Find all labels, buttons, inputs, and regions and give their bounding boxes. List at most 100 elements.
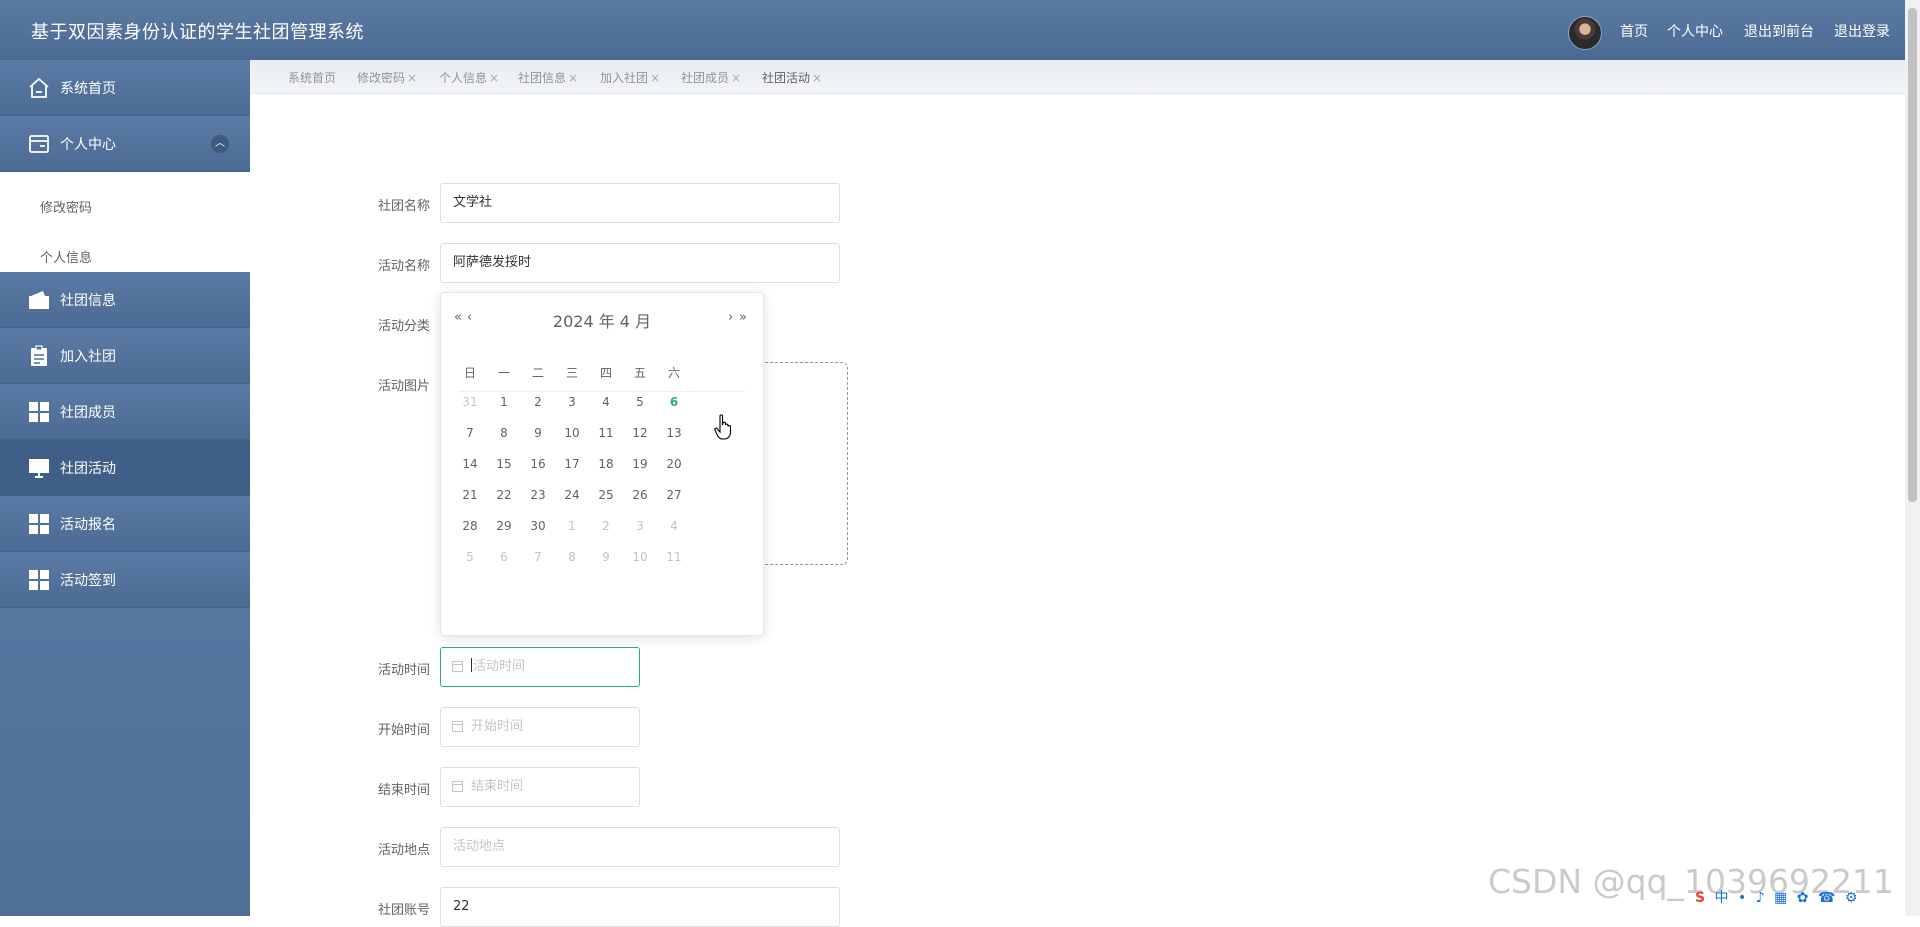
end-time-input[interactable]: 结束时间 (440, 767, 640, 807)
ime-punct-icon[interactable]: • (1738, 890, 1746, 906)
close-icon[interactable]: × (650, 71, 660, 85)
tab-club-info[interactable]: 社团信息 × (518, 69, 578, 86)
calendar-day[interactable]: 28 (455, 519, 485, 533)
keyboard-icon[interactable]: ▦ (1774, 890, 1787, 906)
sidebar-item-club-members[interactable]: 社团成员 (0, 384, 250, 440)
submenu-item-change-password[interactable]: 修改密码 (40, 197, 92, 216)
calendar-day[interactable]: 15 (489, 457, 519, 471)
nav-personal-center[interactable]: 个人中心 (1667, 21, 1723, 41)
calendar-day[interactable]: 21 (455, 488, 485, 502)
sidebar-item-club-info[interactable]: 社团信息 (0, 272, 250, 328)
scrollbar-thumb[interactable] (1908, 8, 1917, 502)
calendar-day[interactable]: 3 (557, 395, 587, 409)
sidebar-item-home[interactable]: 系统首页 (0, 60, 250, 116)
calendar-day[interactable]: 10 (557, 426, 587, 440)
calendar-day[interactable]: 12 (625, 426, 655, 440)
calendar-day[interactable]: 22 (489, 488, 519, 502)
calendar-day[interactable]: 6 (659, 395, 689, 409)
date-picker-divider (459, 391, 745, 392)
calendar-day[interactable]: 9 (591, 550, 621, 564)
calendar-day[interactable]: 5 (625, 395, 655, 409)
activity-time-placeholder: 活动时间 (473, 659, 526, 674)
calendar-day[interactable]: 9 (523, 426, 553, 440)
skin-icon[interactable]: ✿ (1797, 890, 1809, 906)
sidebar-item-activity-checkin[interactable]: 活动签到 (0, 552, 250, 608)
calendar-day[interactable]: 25 (591, 488, 621, 502)
calendar-day[interactable]: 6 (489, 550, 519, 564)
calendar-day[interactable]: 1 (557, 519, 587, 533)
label-location: 活动地点 (377, 843, 430, 858)
tab-club-activities[interactable]: 社团活动 × (762, 69, 822, 86)
chevron-up-icon[interactable]: ︿ (211, 135, 229, 153)
calendar-day[interactable]: 8 (489, 426, 519, 440)
tab-club-members[interactable]: 社团成员 × (681, 69, 741, 86)
submenu-item-personal-info[interactable]: 个人信息 (40, 247, 92, 266)
clipboard-icon (31, 345, 47, 366)
sidebar-item-activity-signup[interactable]: 活动报名 (0, 496, 250, 552)
nav-exit-to-frontend[interactable]: 退出到前台 (1744, 21, 1814, 41)
calendar-day[interactable]: 10 (625, 550, 655, 564)
sidebar-item-club-activities[interactable]: 社团活动 (0, 440, 250, 496)
tab-personal-info[interactable]: 个人信息 × (439, 69, 499, 86)
calendar-day[interactable]: 3 (625, 519, 655, 533)
settings-icon[interactable]: ⚙ (1845, 890, 1858, 906)
service-icon[interactable]: ☎ (1818, 890, 1835, 906)
wallet-icon (29, 291, 49, 309)
calendar-day[interactable]: 31 (455, 395, 485, 409)
calendar-icon (452, 721, 463, 732)
calendar-day[interactable]: 11 (591, 426, 621, 440)
label-activity-name: 活动名称 (377, 259, 430, 274)
calendar-day[interactable]: 18 (591, 457, 621, 471)
club-account-input[interactable]: 22 (440, 887, 840, 927)
calendar-day[interactable]: 14 (455, 457, 485, 471)
activity-name-input[interactable]: 阿萨德发挼时 (440, 243, 840, 283)
nav-home[interactable]: 首页 (1620, 21, 1648, 41)
calendar-day[interactable]: 2 (591, 519, 621, 533)
close-icon[interactable]: × (568, 71, 578, 85)
label-activity-image: 活动图片 (377, 379, 430, 394)
tab-join-club[interactable]: 加入社团 × (600, 69, 660, 86)
start-time-input[interactable]: 开始时间 (440, 707, 640, 747)
sidebar-item-personal-center[interactable]: 个人中心 ︿ (0, 116, 250, 172)
calendar-day[interactable]: 5 (455, 550, 485, 564)
sidebar-item-join-club[interactable]: 加入社团 (0, 328, 250, 384)
club-name-input[interactable]: 文学社 (440, 183, 840, 223)
close-icon[interactable]: × (731, 71, 741, 85)
calendar-day[interactable]: 19 (625, 457, 655, 471)
calendar-day[interactable]: 4 (591, 395, 621, 409)
calendar-day[interactable]: 24 (557, 488, 587, 502)
activity-time-input[interactable]: 活动时间 (440, 647, 640, 687)
calendar-day[interactable]: 27 (659, 488, 689, 502)
calendar-day[interactable]: 11 (659, 550, 689, 564)
close-icon[interactable]: × (489, 71, 499, 85)
calendar-day[interactable]: 13 (659, 426, 689, 440)
calendar-day[interactable]: 17 (557, 457, 587, 471)
sogou-icon[interactable]: S (1695, 890, 1705, 906)
calendar-day[interactable]: 2 (523, 395, 553, 409)
calendar-day[interactable]: 16 (523, 457, 553, 471)
microphone-icon[interactable]: ♪ (1756, 890, 1765, 906)
calendar-day[interactable]: 8 (557, 550, 587, 564)
close-icon[interactable]: × (812, 71, 822, 85)
tab-home[interactable]: 系统首页 (288, 69, 336, 86)
weekday-header: 日 (463, 366, 476, 380)
label-club-name: 社团名称 (377, 199, 430, 214)
calendar-day[interactable]: 26 (625, 488, 655, 502)
calendar-day[interactable]: 20 (659, 457, 689, 471)
calendar-day[interactable]: 29 (489, 519, 519, 533)
nav-logout[interactable]: 退出登录 (1834, 21, 1890, 41)
next-month-button[interactable]: › (728, 310, 733, 325)
tab-change-password[interactable]: 修改密码 × (357, 69, 417, 86)
calendar-day[interactable]: 4 (659, 519, 689, 533)
calendar-day[interactable]: 7 (455, 426, 485, 440)
location-input[interactable]: 活动地点 (440, 827, 840, 867)
close-icon[interactable]: × (407, 71, 417, 85)
ime-chinese-icon[interactable]: 中 (1715, 887, 1729, 907)
user-avatar[interactable] (1568, 16, 1602, 50)
next-year-button[interactable]: » (739, 310, 747, 325)
calendar-day[interactable]: 23 (523, 488, 553, 502)
calendar-day[interactable]: 1 (489, 395, 519, 409)
calendar-day[interactable]: 7 (523, 550, 553, 564)
tab-label: 个人信息 (439, 71, 488, 85)
calendar-day[interactable]: 30 (523, 519, 553, 533)
